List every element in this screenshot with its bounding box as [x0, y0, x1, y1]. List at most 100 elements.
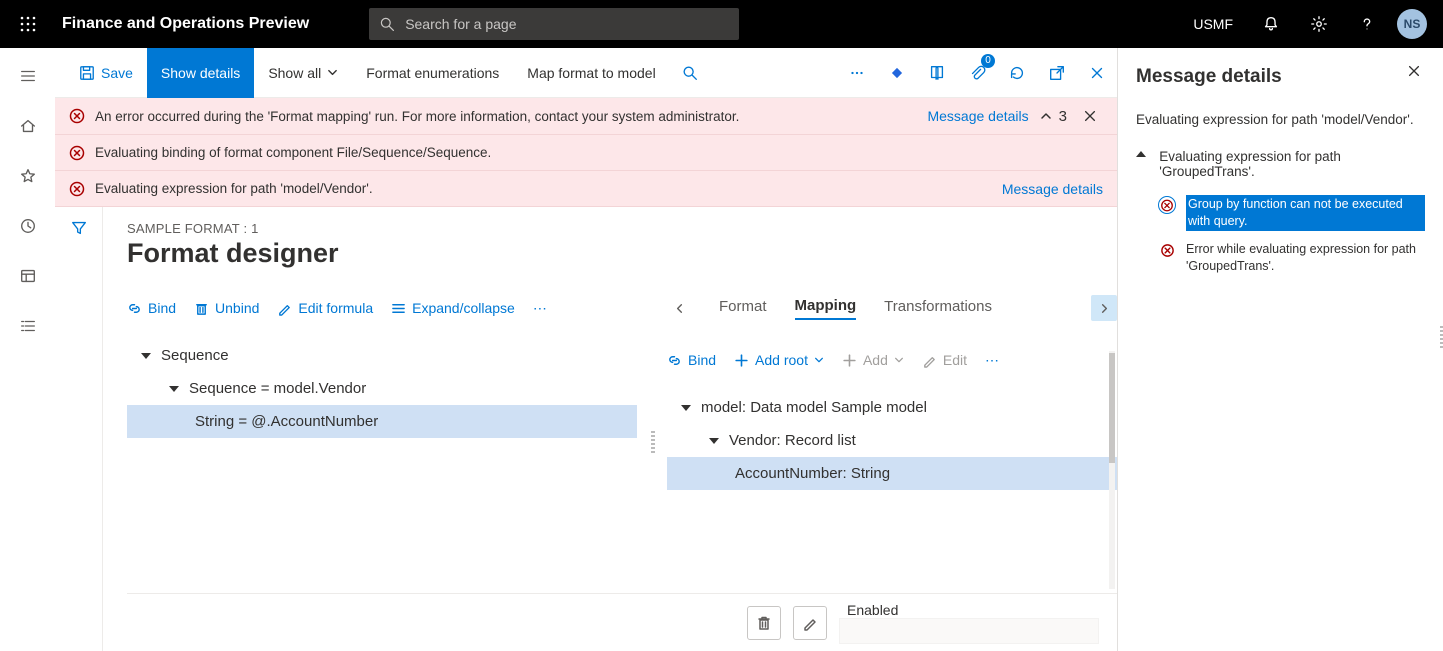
app-bar: Finance and Operations Preview Search fo… — [0, 0, 1443, 48]
save-button[interactable]: Save — [65, 48, 147, 98]
tree-node[interactable]: AccountNumber: String — [667, 457, 1117, 490]
modules-icon[interactable] — [8, 312, 48, 340]
recent-icon[interactable] — [8, 212, 48, 240]
expand-collapse-button[interactable]: Expand/collapse — [391, 300, 515, 316]
message-item[interactable]: Group by function can not be executed wi… — [1158, 195, 1425, 231]
filter-column — [55, 207, 103, 651]
book-icon[interactable] — [917, 48, 957, 98]
add-root-label: Add root — [755, 352, 808, 368]
tree-node[interactable]: model: Data model Sample model — [667, 391, 1117, 424]
error-text: Evaluating expression for path 'model/Ve… — [95, 181, 980, 196]
tree-node[interactable]: Sequence = model.Vendor — [127, 372, 637, 405]
message-details-link[interactable]: Message details — [927, 108, 1028, 124]
appbar-right: USMF NS — [1181, 0, 1435, 48]
tab-scroll-right[interactable] — [1091, 295, 1117, 321]
edit-formula-button[interactable]: Edit formula — [277, 300, 373, 316]
error-close-icon[interactable] — [1077, 109, 1103, 123]
bind-button-right[interactable]: Bind — [667, 352, 716, 368]
tree-node[interactable]: String = @.AccountNumber — [127, 405, 637, 438]
tab-scroll-left[interactable] — [667, 302, 691, 315]
enabled-field[interactable] — [839, 618, 1099, 644]
edit-formula-label: Edit formula — [298, 300, 373, 316]
diamond-icon[interactable] — [877, 48, 917, 98]
show-all-button[interactable]: Show all — [254, 48, 352, 98]
expander-icon[interactable] — [707, 434, 721, 448]
home-icon[interactable] — [8, 112, 48, 140]
mapping-tree: model: Data model Sample model Vendor: R… — [667, 391, 1117, 490]
splitter[interactable] — [647, 291, 659, 593]
page-title: Format designer — [127, 238, 1117, 269]
error-collapse[interactable]: 3 — [1039, 108, 1067, 125]
format-enumerations-button[interactable]: Format enumerations — [352, 48, 513, 98]
add-label: Add — [863, 352, 888, 368]
tree-label: String = @.AccountNumber — [195, 413, 378, 430]
tab-mapping[interactable]: Mapping — [795, 297, 857, 320]
attachments-icon[interactable]: 0 — [957, 48, 997, 98]
error-row: An error occurred during the 'Format map… — [55, 98, 1117, 134]
unbind-button[interactable]: Unbind — [194, 300, 259, 316]
message-text: Group by function can not be executed wi… — [1186, 195, 1425, 231]
bind-button[interactable]: Bind — [127, 300, 176, 316]
overflow-icon[interactable]: ⋯ — [533, 300, 549, 317]
designer: SAMPLE FORMAT : 1 Format designer Bind U… — [55, 207, 1117, 651]
message-group[interactable]: Evaluating expression for path 'GroupedT… — [1136, 149, 1425, 179]
expander-icon[interactable] — [167, 382, 181, 396]
find-icon[interactable] — [670, 48, 710, 98]
panel-title: Message details — [1136, 66, 1425, 88]
format-tree: Sequence Sequence = model.Vendor String … — [127, 339, 637, 438]
filter-icon[interactable] — [70, 219, 88, 651]
refresh-icon[interactable] — [997, 48, 1037, 98]
chevron-up-icon — [1136, 151, 1149, 157]
close-icon[interactable] — [1077, 48, 1117, 98]
company-picker[interactable]: USMF — [1181, 16, 1245, 32]
tree-label: Sequence — [161, 347, 229, 364]
avatar[interactable]: NS — [1397, 9, 1427, 39]
message-item[interactable]: Error while evaluating expression for pa… — [1158, 241, 1425, 275]
mapping-panel: Format Mapping Transformations Bind Add … — [659, 291, 1117, 593]
overflow-icon[interactable]: ⋯ — [985, 352, 1001, 369]
error-count: 3 — [1059, 108, 1067, 125]
panel-subtitle: Evaluating expression for path 'model/Ve… — [1136, 112, 1425, 127]
expander-icon[interactable] — [139, 349, 153, 363]
delete-button[interactable] — [747, 606, 781, 640]
search-input[interactable]: Search for a page — [369, 8, 739, 40]
chevron-down-icon — [814, 355, 824, 365]
help-icon[interactable] — [1345, 0, 1389, 48]
hamburger-icon[interactable] — [8, 62, 48, 90]
tab-transformations[interactable]: Transformations — [884, 298, 992, 319]
map-format-button[interactable]: Map format to model — [513, 48, 669, 98]
popout-icon[interactable] — [1037, 48, 1077, 98]
bell-icon[interactable] — [1249, 0, 1293, 48]
bind-label: Bind — [148, 300, 176, 316]
error-row: Evaluating expression for path 'model/Ve… — [55, 170, 1117, 206]
chevron-down-icon — [327, 67, 338, 78]
message-details-link[interactable]: Message details — [1002, 181, 1103, 197]
close-icon[interactable] — [1403, 60, 1425, 82]
add-root-button[interactable]: Add root — [734, 352, 824, 368]
error-icon — [1158, 196, 1176, 214]
attach-badge: 0 — [981, 54, 995, 68]
show-all-label: Show all — [268, 65, 321, 81]
gear-icon[interactable] — [1297, 0, 1341, 48]
tab-format[interactable]: Format — [719, 298, 767, 319]
add-button: Add — [842, 352, 904, 368]
show-details-button[interactable]: Show details — [147, 48, 254, 98]
edit-pencil-button[interactable] — [793, 606, 827, 640]
left-nav-rail — [0, 48, 55, 651]
overflow-icon[interactable] — [837, 48, 877, 98]
chevron-down-icon — [894, 355, 904, 365]
tree-node[interactable]: Sequence — [127, 339, 637, 372]
star-icon[interactable] — [8, 162, 48, 190]
tree-label: Sequence = model.Vendor — [189, 380, 366, 397]
scrollbar[interactable] — [1109, 351, 1115, 589]
message-details-panel: Message details Evaluating expression fo… — [1118, 48, 1443, 651]
tree-label: AccountNumber: String — [735, 465, 890, 482]
error-row: Evaluating binding of format component F… — [55, 134, 1117, 170]
expander-icon[interactable] — [679, 401, 693, 415]
bottom-bar: Enabled — [127, 593, 1117, 651]
waffle-icon[interactable] — [8, 0, 48, 48]
workspaces-icon[interactable] — [8, 262, 48, 290]
action-bar: Save Show details Show all Format enumer… — [55, 48, 1117, 98]
tree-node[interactable]: Vendor: Record list — [667, 424, 1117, 457]
search-placeholder: Search for a page — [405, 16, 516, 32]
